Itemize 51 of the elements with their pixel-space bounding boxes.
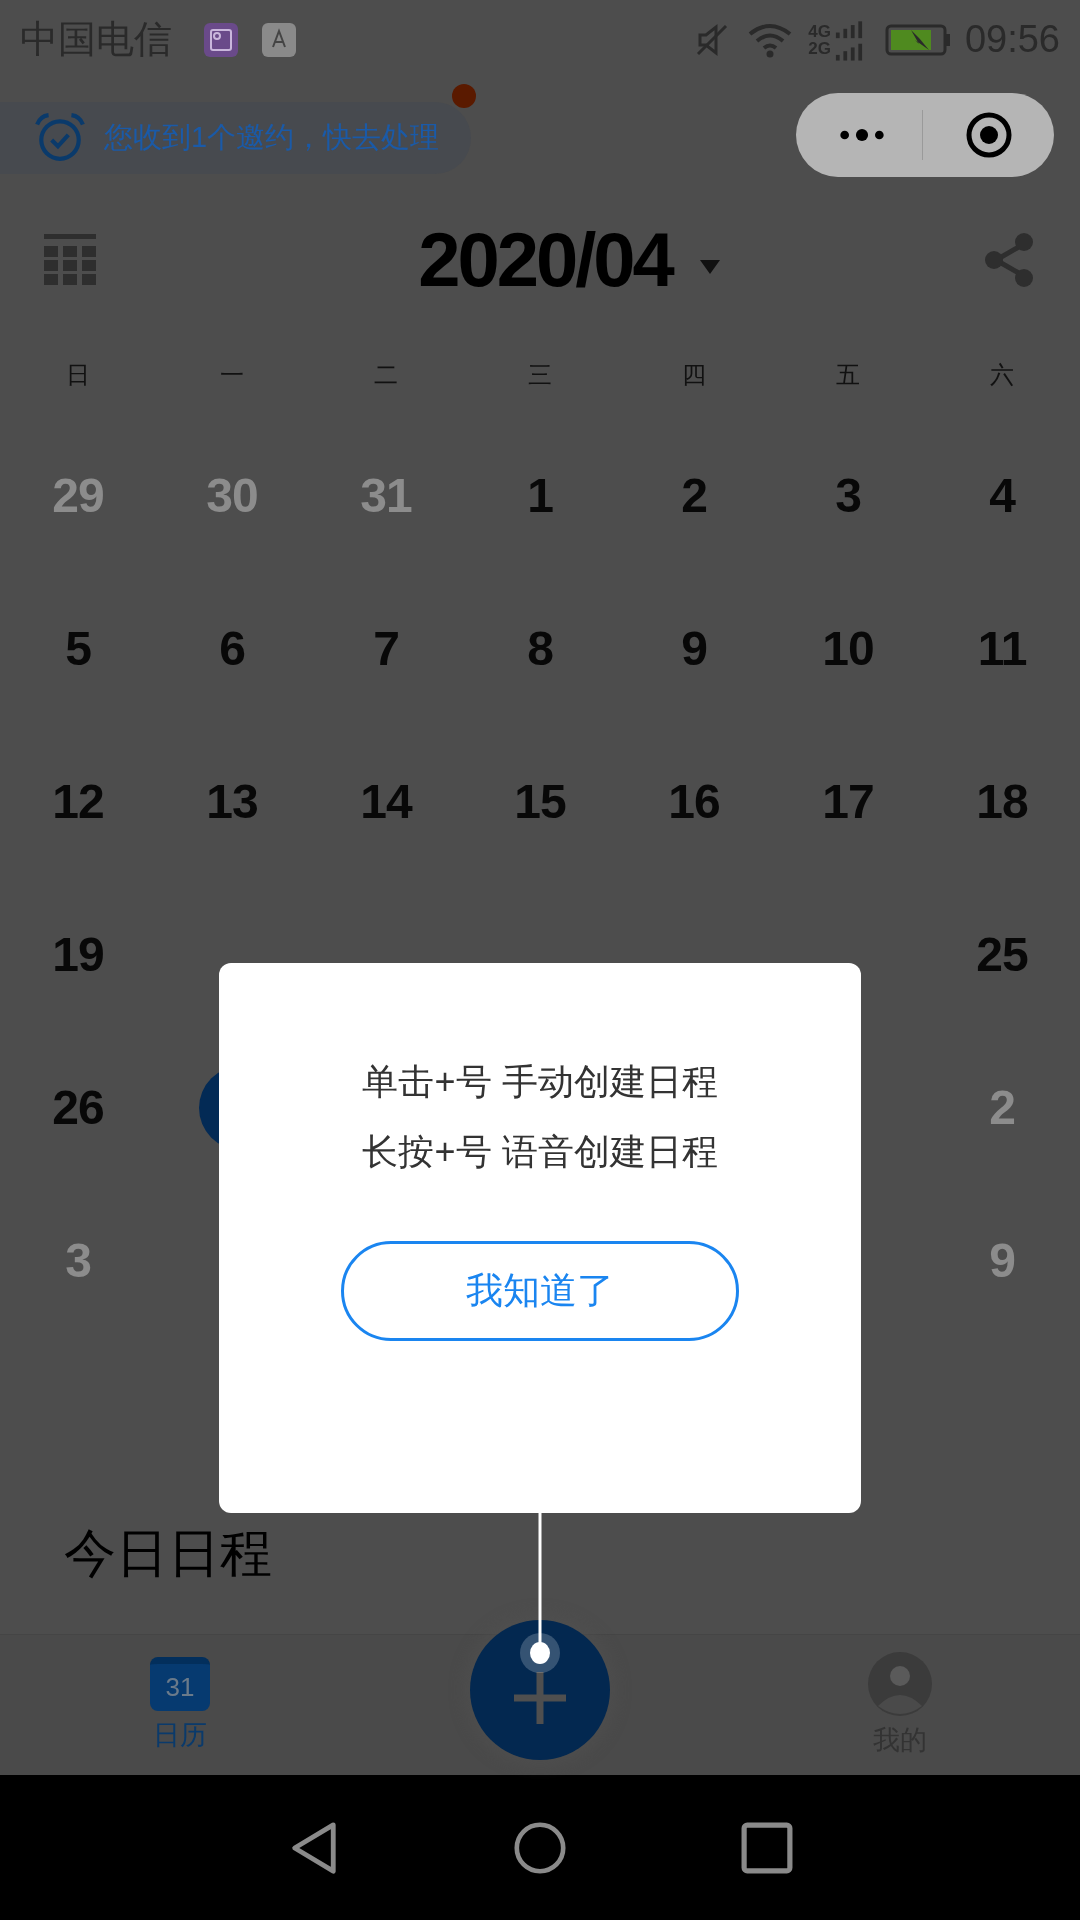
calendar-day[interactable]: 10 <box>822 621 874 677</box>
avatar-icon <box>868 1652 932 1717</box>
calendar-day[interactable]: 11 <box>977 621 1027 677</box>
calendar-day[interactable]: 4 <box>989 468 1015 524</box>
home-icon[interactable] <box>514 1820 566 1875</box>
section-title: 今日日程 <box>64 1523 272 1585</box>
battery-icon <box>884 23 951 56</box>
weekday-label: 三 <box>528 359 552 390</box>
calendar-day[interactable]: 9 <box>989 1233 1015 1289</box>
plus-icon <box>514 1672 566 1724</box>
calendar-day[interactable]: 2 <box>681 468 707 524</box>
calendar-day[interactable]: 26 <box>52 1080 104 1136</box>
recents-icon[interactable] <box>741 1820 793 1875</box>
calendar-day[interactable]: 30 <box>206 468 258 524</box>
weekday-label: 六 <box>990 359 1014 390</box>
weekday-label: 日 <box>66 359 90 390</box>
weekday-label: 一 <box>220 359 244 390</box>
weekday-label: 二 <box>374 359 398 390</box>
calendar-day[interactable]: 13 <box>206 774 258 830</box>
alarm-clock-icon <box>34 111 86 164</box>
tab[interactable]: 31 日历 <box>0 1657 360 1754</box>
tip-text: 单击+号 手动创建日程 <box>362 1060 718 1104</box>
calendar-day[interactable]: 7 <box>373 621 399 677</box>
calendar-day[interactable]: 3 <box>835 468 861 524</box>
calendar-day[interactable]: 31 <box>360 468 412 524</box>
calendar-day[interactable]: 14 <box>360 774 412 830</box>
invitation-notice[interactable]: 您收到1个邀约，快去处理 <box>0 101 472 174</box>
calendar-day[interactable]: 15 <box>514 774 566 830</box>
calendar-day[interactable]: 3 <box>65 1233 91 1289</box>
got-it-button[interactable]: 我知道了 <box>341 1241 739 1341</box>
calendar-day[interactable]: 1 <box>527 468 553 524</box>
calendar-icon: 31 <box>150 1657 210 1712</box>
calendar-day[interactable]: 2 <box>989 1080 1015 1136</box>
weekday-label: 四 <box>682 359 706 390</box>
calendar-day[interactable]: 8 <box>527 621 553 677</box>
calendar-day[interactable]: 9 <box>681 621 707 677</box>
calendar-day[interactable]: 19 <box>52 927 104 983</box>
calendar-day[interactable]: 25 <box>976 927 1028 983</box>
calendar-day[interactable]: 17 <box>822 774 874 830</box>
calendar-day[interactable]: 12 <box>52 774 104 830</box>
gallery-app-icon <box>204 22 238 57</box>
calendar-day[interactable]: 29 <box>52 468 104 524</box>
weekday-label: 五 <box>836 359 860 390</box>
calendar-day[interactable]: 5 <box>65 621 91 677</box>
tip-text: 长按+号 语音创建日程 <box>362 1130 718 1174</box>
month-title[interactable]: 2020/04 <box>418 216 672 304</box>
calendar-day[interactable]: 6 <box>219 621 245 677</box>
close-target-icon[interactable] <box>965 110 1013 159</box>
font-app-icon <box>262 22 296 57</box>
calendar-day[interactable]: 16 <box>668 774 720 830</box>
calendar-day[interactable]: 18 <box>976 774 1028 830</box>
